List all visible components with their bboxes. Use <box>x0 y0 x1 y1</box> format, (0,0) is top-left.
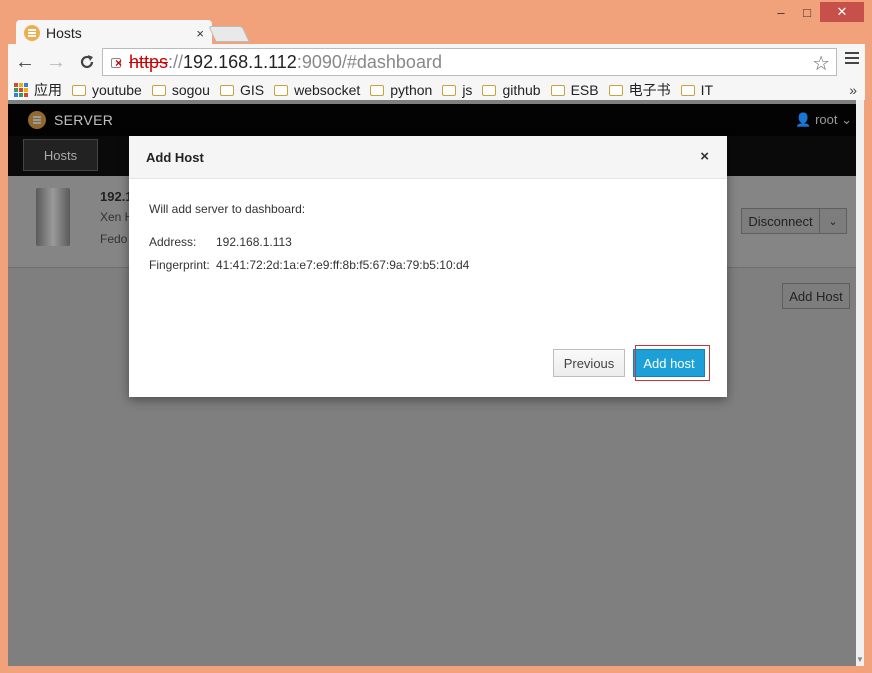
bookmarks-bar: 应用 youtube sogou GIS websocket python js… <box>8 80 865 100</box>
bookmark-label: 应用 <box>34 82 62 98</box>
add-host-page-button[interactable]: Add Host <box>782 283 850 309</box>
tab-hosts[interactable]: Hosts × <box>16 20 212 46</box>
bookmark-star-icon[interactable]: ☆ <box>812 51 830 76</box>
bookmark-label: IT <box>700 82 714 98</box>
user-icon: 👤 <box>795 112 812 127</box>
folder-icon <box>370 84 385 96</box>
bookmark-label: GIS <box>239 82 265 98</box>
folder-icon <box>274 84 289 96</box>
browser-menu-icon[interactable] <box>845 52 859 66</box>
brand-label: SERVER <box>54 112 114 128</box>
bookmark-label: websocket <box>294 82 361 98</box>
host-distro: Fedo <box>100 232 128 246</box>
folder-icon <box>608 84 623 96</box>
bookmark-label: sogou <box>171 82 210 98</box>
bookmark-folder[interactable]: youtube <box>72 82 142 98</box>
folder-icon <box>219 84 234 96</box>
bookmark-apps[interactable]: 应用 <box>14 80 62 100</box>
brand-icon <box>28 111 46 129</box>
bookmark-folder[interactable]: sogou <box>151 82 210 98</box>
bookmark-label: python <box>390 82 433 98</box>
bookmark-label: js <box>462 82 473 98</box>
tab-title: Hosts <box>46 25 82 41</box>
forward-button[interactable]: → <box>42 48 70 76</box>
back-button[interactable]: ← <box>11 48 39 76</box>
add-host-dialog: Add Host × Will add server to dashboard:… <box>129 136 727 397</box>
server-icon <box>36 188 70 246</box>
url-host: 192.168.1.112 <box>183 51 297 72</box>
reload-button[interactable] <box>73 48 101 76</box>
vertical-scrollbar[interactable]: ▼ <box>856 100 864 666</box>
address-value: 192.168.1.113 <box>216 235 292 249</box>
bookmark-label: github <box>502 82 541 98</box>
dialog-header: Add Host × <box>129 136 727 179</box>
url-scheme: https <box>129 51 169 72</box>
url-path: :9090/#dashboard <box>296 51 442 72</box>
address-label: Address: <box>149 235 197 249</box>
host-name: 192.1 <box>100 189 133 204</box>
user-name: root <box>815 112 838 127</box>
bookmark-folder[interactable]: IT <box>680 82 714 98</box>
tab-hosts-nav[interactable]: Hosts <box>23 139 98 171</box>
bookmark-folder[interactable]: GIS <box>219 82 265 98</box>
chevron-down-icon[interactable]: ⌄ <box>820 215 846 228</box>
bookmark-folder[interactable]: ESB <box>550 82 599 98</box>
highlight-outline <box>635 345 710 381</box>
bookmark-folder[interactable]: python <box>370 82 432 98</box>
bookmark-folder[interactable]: github <box>482 82 541 98</box>
folder-icon <box>482 84 497 96</box>
scroll-down-icon[interactable]: ▼ <box>856 655 864 664</box>
bookmark-folder[interactable]: js <box>442 82 472 98</box>
dialog-intro-text: Will add server to dashboard: <box>149 202 306 216</box>
more-bookmarks-button[interactable]: » <box>849 82 857 98</box>
folder-icon <box>151 84 166 96</box>
url-separator: :// <box>168 51 184 72</box>
browser-toolbar: ← → × https://192.168.1.112:9090/#dashbo… <box>8 44 865 80</box>
reload-icon <box>80 55 94 69</box>
folder-icon <box>442 84 457 96</box>
address-bar[interactable]: × https://192.168.1.112:9090/#dashboard … <box>102 48 837 76</box>
browser-window: – □ ✕ Hosts × ← → × https://192.168.1.11… <box>0 0 872 673</box>
folder-icon <box>550 84 565 96</box>
bookmark-label: 电子书 <box>628 82 671 98</box>
tab-strip: Hosts × <box>8 18 868 46</box>
bookmark-label: youtube <box>92 82 142 98</box>
bookmark-folder[interactable]: websocket <box>274 82 360 98</box>
dialog-title: Add Host <box>146 149 204 165</box>
bookmark-label: ESB <box>570 82 599 98</box>
cockpit-favicon-icon <box>24 25 40 41</box>
close-icon[interactable]: × <box>700 148 709 165</box>
disconnect-label: Disconnect <box>742 209 820 233</box>
top-navbar: SERVER 👤 root ⌄ <box>8 104 856 136</box>
user-caret-icon: ⌄ <box>841 112 852 127</box>
folder-icon <box>680 84 695 96</box>
new-tab-button[interactable] <box>208 26 250 42</box>
fingerprint-label: Fingerprint: <box>149 258 210 272</box>
insecure-lock-icon: × <box>109 54 125 70</box>
apps-grid-icon <box>14 83 28 97</box>
user-menu[interactable]: 👤 root ⌄ <box>795 112 852 128</box>
tab-close-icon[interactable]: × <box>196 26 204 41</box>
folder-icon <box>72 84 86 96</box>
previous-button[interactable]: Previous <box>553 349 625 377</box>
disconnect-button[interactable]: Disconnect ⌄ <box>741 208 847 234</box>
bookmark-folder[interactable]: 电子书 <box>608 80 671 100</box>
fingerprint-value: 41:41:72:2d:1a:e7:e9:ff:8b:f5:67:9a:79:b… <box>216 258 470 272</box>
